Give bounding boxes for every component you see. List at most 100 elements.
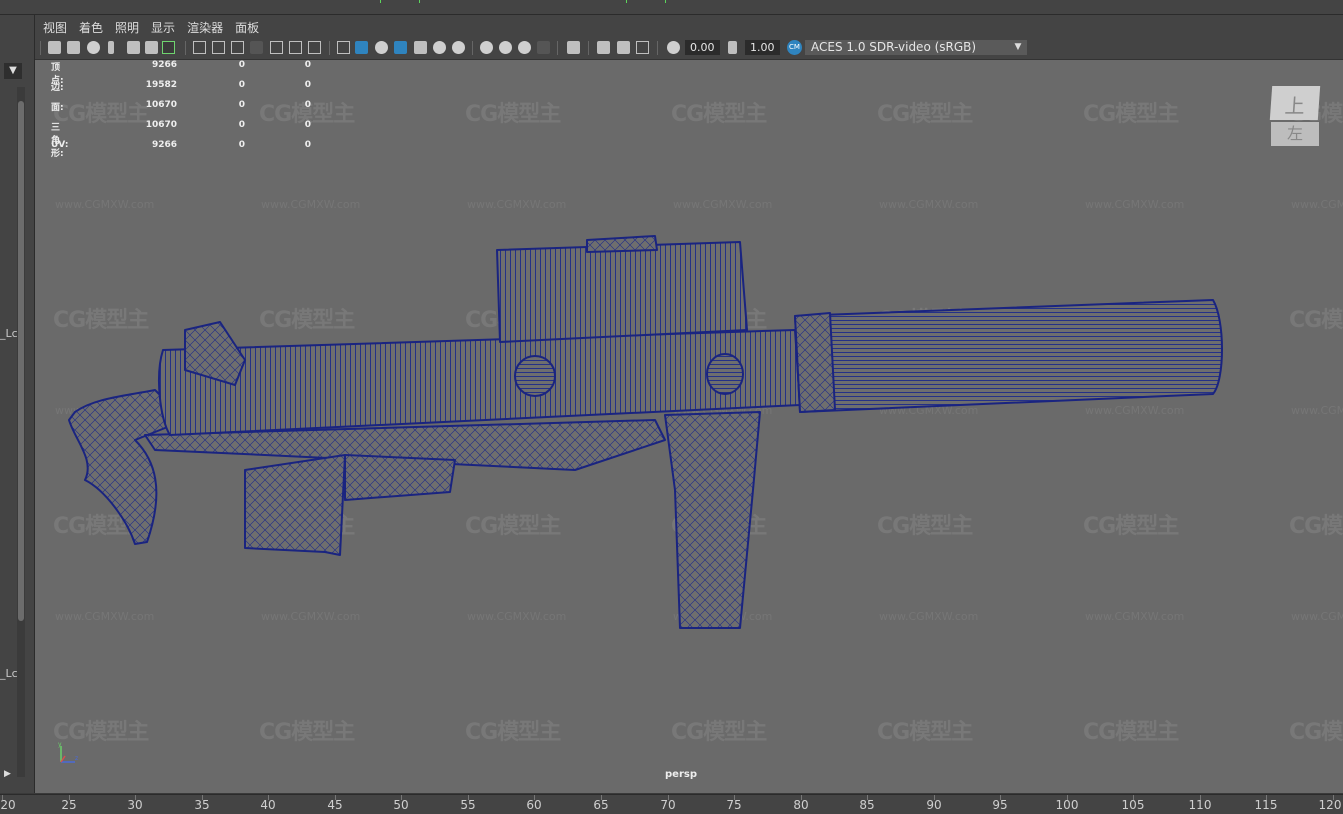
screen-space-ao-icon[interactable] [480,41,493,54]
ruler-label: 65 [593,798,609,812]
pencil-icon[interactable] [162,41,175,54]
timeline-marker [626,0,666,3]
hud-value: 0 [238,120,245,130]
film-gate-icon[interactable] [212,41,225,54]
color-space-select[interactable]: ACES 1.0 SDR-video (sRGB) [805,40,1027,55]
3d-viewport[interactable]: CG模型主 CG模型主 CG模型主 CG模型主 CG模型主 CG模型主 CG模型主 CG模型主… [35,60,1343,793]
wireframe-on-shaded-icon[interactable] [394,41,407,54]
svg-text:z: z [75,755,78,762]
motion-blur-icon[interactable] [499,41,512,54]
hud-value: 19582 [145,80,177,90]
ruler-label: 35 [194,798,210,812]
xray-joints-icon[interactable] [617,41,630,54]
textured-icon[interactable] [414,41,427,54]
toolbar-separator [185,41,186,55]
ruler-label: 45 [327,798,343,812]
smooth-shade-icon[interactable] [355,41,368,54]
ruler-label: 100 [1055,798,1079,812]
outliner-item-label[interactable]: _Lc [0,667,18,680]
ruler-label: 105 [1121,798,1145,812]
hud-value: 0 [238,140,245,150]
view-cube[interactable]: 上 左 [1269,86,1321,150]
scroll-right-arrow[interactable]: ▶ [4,769,11,779]
ruler-label: 30 [127,798,143,812]
gamma-field[interactable]: 1.00 [745,40,780,55]
ruler-label: 70 [660,798,676,812]
lights-icon[interactable] [433,41,446,54]
ruler-label: 40 [260,798,276,812]
outliner-scrollbar[interactable] [17,87,25,777]
gate-mask-icon[interactable] [250,41,263,54]
menu-show[interactable]: 显示 [145,15,181,36]
hud-value: 0 [238,100,245,110]
toolbar-separator [472,41,473,55]
ruler-label: 110 [1188,798,1212,812]
panel-dropdown[interactable]: ▼ [4,63,22,79]
field-chart-icon[interactable] [270,41,283,54]
hud-value: 9266 [151,60,177,70]
ruler-label: 25 [61,798,77,812]
menu-lighting[interactable]: 照明 [109,15,145,36]
shadows-icon[interactable] [452,41,465,54]
timeline-marker [380,0,420,3]
hud-value: 0 [304,80,311,90]
use-default-material-icon[interactable] [375,41,388,54]
view-cube-left-face[interactable]: 左 [1271,122,1319,146]
ruler-label: 55 [460,798,476,812]
ruler-label: 90 [926,798,942,812]
toolbar-separator [657,41,658,55]
main-window-strip [0,0,1343,15]
hud-label: 面: [51,103,64,113]
hud-value: 0 [238,60,245,70]
weapon-wireframe-model[interactable] [35,60,1343,793]
ruler-label: 60 [526,798,542,812]
ruler-label: 85 [859,798,875,812]
toolbar-separator [40,41,41,55]
gamma-icon[interactable] [728,41,737,54]
select-camera-icon[interactable] [48,41,61,54]
scrollbar-thumb[interactable] [18,101,24,621]
menu-view[interactable]: 视图 [35,15,73,36]
ruler-label: 20 [0,798,16,812]
xray-components-icon[interactable] [636,41,649,54]
chevron-down-icon[interactable]: ▼ [1009,40,1027,55]
toolbar-separator [557,41,558,55]
image-plane-icon[interactable] [108,41,114,54]
outliner-item-label[interactable]: _Lc [0,327,18,340]
hud-label: UV: [51,140,69,150]
toolbar-separator [588,41,589,55]
view-cube-top-face[interactable]: 上 [1269,86,1321,120]
menu-renderer[interactable]: 渲染器 [181,15,229,36]
menu-panels[interactable]: 面板 [229,15,265,36]
time-ruler[interactable]: 20 25 30 35 40 45 50 55 60 65 70 75 80 85 90 95 100 105 11… [0,794,1343,814]
toolbar-separator [329,41,330,55]
xray-icon[interactable] [597,41,610,54]
ruler-label: 80 [793,798,809,812]
depth-of-field-icon[interactable] [537,41,550,54]
camera-attributes-icon[interactable] [67,41,80,54]
grid-icon[interactable] [193,41,206,54]
two-d-pan-icon[interactable] [127,41,140,54]
safe-title-icon[interactable] [308,41,321,54]
exposure-field[interactable]: 0.00 [685,40,720,55]
panel-toolbar: 0.00 1.00 CM ACES 1.0 SDR-video (sRGB) ▼ [35,37,1343,60]
hud-value: 10670 [145,120,177,130]
exposure-icon[interactable] [667,41,680,54]
safe-action-icon[interactable] [289,41,302,54]
svg-text:y: y [58,742,62,748]
panel-menu-bar: 视图 着色 照明 显示 渲染器 面板 [35,15,1343,37]
view-cube-top-label: 上 [1283,94,1306,118]
hud-value: 0 [304,120,311,130]
wireframe-icon[interactable] [337,41,350,54]
menu-shading[interactable]: 着色 [73,15,109,36]
hud-value: 0 [238,80,245,90]
multisample-aa-icon[interactable] [518,41,531,54]
grease-pencil-icon[interactable] [145,41,158,54]
isolate-select-icon[interactable] [567,41,580,54]
bookmark-icon[interactable] [87,41,100,54]
color-management-icon[interactable]: CM [787,40,802,55]
axis-gizmo-icon: y z [58,742,78,763]
ruler-label: 120 [1318,798,1342,812]
resolution-gate-icon[interactable] [231,41,244,54]
ruler-label: 95 [992,798,1008,812]
